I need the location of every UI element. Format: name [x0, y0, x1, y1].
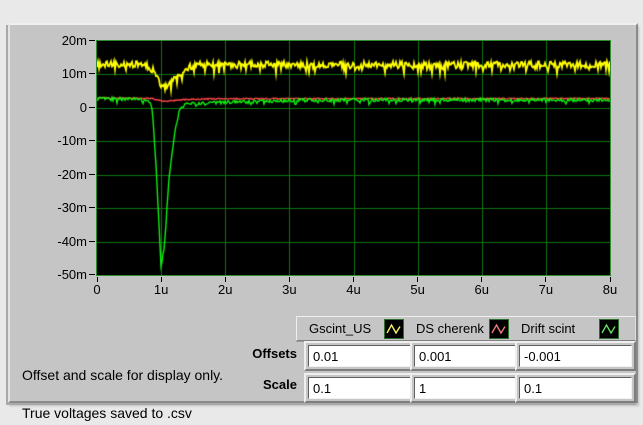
main-panel: 20m 10m 0 -10m -20m -30m -40m -50m 0 1u 2u 3u 4u 5u 6… — [8, 23, 638, 403]
y-tick-label: -40m — [41, 235, 87, 249]
y-tick-mark — [89, 174, 95, 175]
y-tick-mark — [89, 107, 95, 108]
waveform-icon[interactable] — [489, 319, 509, 339]
legend-item-label: Gscint_US — [309, 321, 371, 336]
waveform-icon[interactable] — [384, 319, 404, 339]
offset-input-1[interactable] — [414, 345, 518, 367]
plot-legend: Gscint_US DS cherenk Drift scint — [296, 316, 636, 341]
x-tick-label: 5u — [398, 283, 438, 297]
x-tick-label: 8u — [590, 283, 630, 297]
y-tick-label: -50m — [41, 268, 87, 282]
y-tick-label: 10m — [41, 67, 87, 81]
scale-input-0[interactable] — [308, 377, 411, 399]
y-tick-mark — [89, 241, 95, 242]
y-tick-mark — [89, 140, 95, 141]
y-tick-label: -20m — [41, 168, 87, 182]
x-tick-label: 6u — [462, 283, 502, 297]
y-tick-label: -30m — [41, 201, 87, 215]
y-tick-label: -10m — [41, 134, 87, 148]
note-text: Offset and scale for display only. True … — [22, 347, 223, 423]
scale-frame-0 — [304, 373, 415, 403]
front-panel-window: 20m 10m 0 -10m -20m -30m -40m -50m 0 1u 2u 3u 4u 5u 6… — [0, 0, 643, 425]
legend-item-label: DS cherenk — [416, 321, 484, 336]
offset-input-0[interactable] — [308, 345, 411, 367]
offset-frame-1 — [410, 341, 522, 371]
note-line-1: Offset and scale for display only. — [22, 367, 223, 383]
y-tick-mark — [89, 274, 95, 275]
offset-frame-2 — [515, 341, 636, 371]
x-tick-label: 3u — [269, 283, 309, 297]
scale-frame-1 — [410, 373, 522, 403]
y-tick-mark — [89, 73, 95, 74]
plot-canvas — [96, 40, 611, 276]
x-tick-label: 1u — [141, 283, 181, 297]
offset-input-2[interactable] — [519, 345, 632, 367]
y-tick-label: 20m — [41, 34, 87, 48]
offset-frame-0 — [304, 341, 415, 371]
scale-input-2[interactable] — [519, 377, 632, 399]
waveform-icon[interactable] — [599, 319, 619, 339]
scale-frame-2 — [515, 373, 636, 403]
y-tick-label: 0 — [41, 101, 87, 115]
x-tick-label: 7u — [526, 283, 566, 297]
y-tick-mark — [89, 40, 95, 41]
legend-item-label: Drift scint — [521, 321, 575, 336]
x-tick-label: 4u — [334, 283, 374, 297]
x-tick-label: 0 — [77, 283, 117, 297]
x-tick-label: 2u — [205, 283, 245, 297]
scale-input-1[interactable] — [414, 377, 518, 399]
note-line-2: True voltages saved to .csv — [22, 405, 192, 421]
y-tick-mark — [89, 207, 95, 208]
